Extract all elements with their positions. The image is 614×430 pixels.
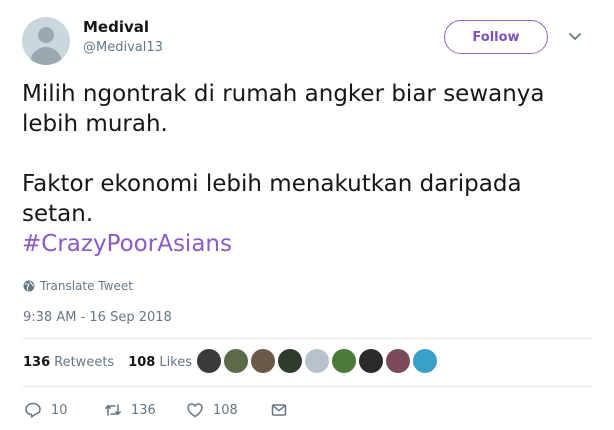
chevron-down-icon[interactable] [567, 28, 583, 44]
retweet-icon [105, 404, 121, 416]
liker-avatar[interactable] [359, 349, 383, 373]
like-action[interactable]: 108 [186, 401, 270, 419]
liker-avatar[interactable] [332, 349, 356, 373]
liker-avatar[interactable] [386, 349, 410, 373]
tweet-text: Milih ngontrak di rumah angker biar sewa… [22, 79, 592, 259]
direct-message-action[interactable] [270, 401, 288, 419]
avatar-head-shape [38, 27, 54, 43]
reply-action[interactable]: 10 [24, 401, 104, 419]
retweets-stat-label: Retweets [54, 355, 115, 370]
divider-top [22, 338, 592, 339]
avatar-body-shape [30, 47, 62, 65]
translate-tweet-link[interactable]: Translate Tweet [23, 279, 133, 293]
liker-avatars [197, 349, 437, 373]
follow-button[interactable]: Follow [444, 20, 548, 54]
user-handle[interactable]: @Medival13 [83, 40, 163, 55]
retweets-stat[interactable]: 136 Retweets [23, 355, 114, 370]
tweet-timestamp[interactable]: 9:38 AM - 16 Sep 2018 [23, 310, 172, 325]
liker-avatar[interactable] [278, 349, 302, 373]
heart-icon [187, 403, 203, 418]
user-display-name[interactable]: Medival [83, 18, 149, 36]
like-count: 108 [213, 402, 238, 418]
hashtag-link[interactable]: #CrazyPoorAsians [22, 229, 592, 259]
globe-icon [23, 280, 35, 292]
retweet-action[interactable]: 136 [104, 401, 186, 419]
likes-stat[interactable]: 108 Likes [128, 355, 192, 370]
translate-label: Translate Tweet [40, 279, 133, 293]
engagement-stats: 136 Retweets 108 Likes [23, 355, 206, 370]
tweet-paragraph-1: Milih ngontrak di rumah angker biar sewa… [22, 81, 545, 137]
envelope-icon [271, 404, 287, 416]
liker-avatar[interactable] [251, 349, 275, 373]
user-avatar[interactable] [22, 17, 70, 65]
liker-avatar[interactable] [305, 349, 329, 373]
tweet-paragraph-2: Faktor ekonomi lebih menakutkan daripada… [22, 171, 522, 227]
likes-stat-count: 108 [128, 355, 156, 370]
tweet-actions: 10 136 108 [24, 401, 288, 419]
retweets-stat-count: 136 [23, 355, 51, 370]
reply-count: 10 [51, 402, 68, 418]
reply-icon [25, 402, 41, 418]
likes-stat-label: Likes [159, 355, 193, 370]
divider-bottom [22, 386, 592, 387]
liker-avatar[interactable] [197, 349, 221, 373]
liker-avatar[interactable] [413, 349, 437, 373]
liker-avatar[interactable] [224, 349, 248, 373]
retweet-count: 136 [131, 402, 156, 418]
